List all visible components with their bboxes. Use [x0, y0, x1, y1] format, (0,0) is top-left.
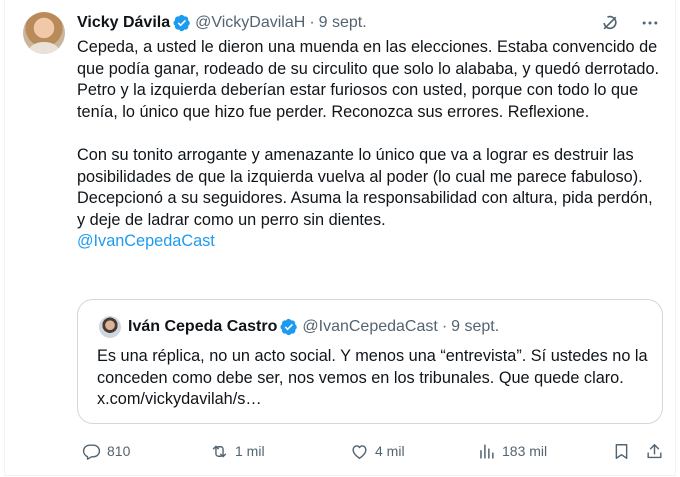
action-bar: 810 1 mil 4 mil 183 mil: [77, 440, 667, 464]
quoted-author-handle: @IvanCepedaCast: [302, 318, 438, 335]
author-name[interactable]: Vicky Dávila: [77, 14, 170, 32]
quoted-separator-dot: ·: [441, 318, 448, 335]
grok-icon[interactable]: [599, 12, 621, 34]
separator-dot: ·: [309, 14, 315, 31]
tweet-paragraph-1: Cepeda, a usted le dieron una muenda en …: [77, 38, 660, 121]
mention-link[interactable]: @IvanCepedaCast: [77, 232, 215, 250]
quoted-text: Es una réplica, no un acto social. Y men…: [97, 347, 648, 409]
quoted-author-avatar: [99, 316, 121, 338]
repost-icon: [212, 445, 227, 457]
tweet-card[interactable]: Vicky Dávila @VickyDavilaH · 9 sept. Cep…: [4, 0, 676, 476]
like-button[interactable]: 4 mil: [350, 440, 405, 462]
repost-button[interactable]: 1 mil: [210, 440, 265, 462]
reply-button[interactable]: 810: [82, 440, 130, 462]
views-count: 183 mil: [502, 443, 548, 459]
reply-icon: [82, 443, 101, 460]
top-actions: [599, 12, 661, 34]
verified-badge-icon: [280, 318, 298, 336]
author-avatar[interactable]: [23, 12, 65, 54]
bookmark-button[interactable]: [612, 440, 631, 462]
verified-badge-icon: [173, 14, 190, 32]
share-icon: [647, 443, 662, 458]
tweet-header: Vicky Dávila @VickyDavilaH · 9 sept.: [77, 12, 367, 34]
views-icon: [480, 443, 494, 459]
quoted-date: 9 sept.: [451, 318, 500, 335]
more-icon[interactable]: [639, 12, 661, 34]
repost-count: 1 mil: [235, 443, 265, 459]
quoted-tweet[interactable]: Iván Cepeda Castro @IvanCepedaCast · 9 s…: [77, 299, 663, 424]
tweet-text: Cepeda, a usted le dieron una muenda en …: [77, 37, 665, 253]
like-count: 4 mil: [375, 443, 405, 459]
reply-count: 810: [107, 443, 131, 459]
share-button[interactable]: [645, 440, 664, 462]
quoted-author-name: Iván Cepeda Castro: [128, 318, 278, 335]
views-button[interactable]: 183 mil: [477, 440, 547, 462]
tweet-paragraph-2: Con su tonito arrogante y amenazante lo …: [77, 145, 653, 229]
quoted-header: Iván Cepeda Castro @IvanCepedaCast · 9 s…: [128, 315, 499, 339]
bookmark-icon: [615, 443, 628, 459]
author-handle[interactable]: @VickyDavilaH: [195, 14, 305, 32]
like-icon: [352, 444, 367, 459]
tweet-date[interactable]: 9 sept.: [319, 14, 367, 32]
